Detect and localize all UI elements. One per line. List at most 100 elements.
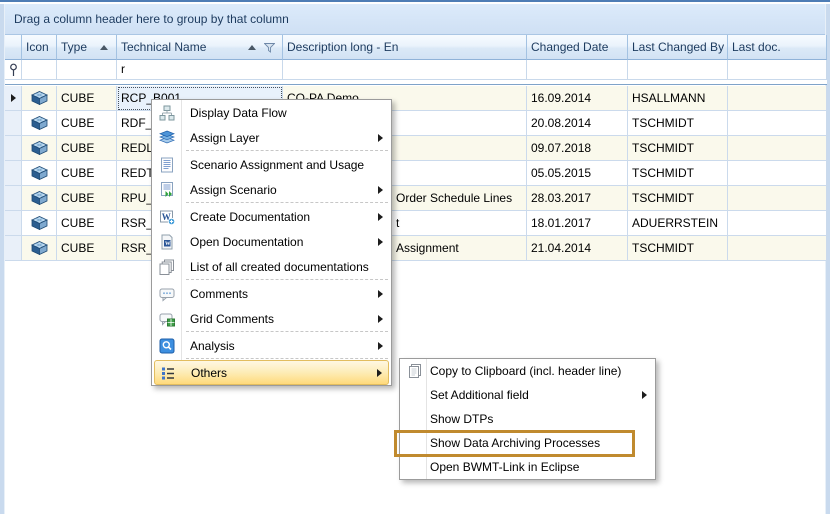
header-technical-name[interactable]: Technical Name: [117, 35, 283, 60]
last-changed-by-cell[interactable]: ADUERRSTEIN: [628, 211, 728, 236]
menu-item-set-additional-field[interactable]: Set Additional field: [400, 383, 655, 407]
menu-item-comments[interactable]: Comments: [152, 281, 391, 306]
copies-icon: [159, 259, 175, 275]
grid-comment-icon: [159, 311, 175, 327]
row-indicator-cell[interactable]: [5, 161, 22, 186]
row-icon-cell[interactable]: [22, 86, 57, 111]
changed-date-cell[interactable]: 16.09.2014: [527, 86, 628, 111]
group-by-panel[interactable]: Drag a column header here to group by th…: [0, 4, 830, 35]
menu-item-assign-scenario[interactable]: Assign Scenario: [152, 177, 391, 202]
analysis-icon: [159, 338, 175, 354]
header-last-changed-by[interactable]: Last Changed By: [628, 35, 728, 60]
context-menu: Display Data Flow Assign Layer Scenario …: [151, 99, 392, 386]
svg-text:W: W: [165, 241, 171, 247]
filter-description-cell[interactable]: [283, 60, 527, 80]
sort-asc-icon: [100, 45, 108, 50]
menu-item-create-documentation[interactable]: W Create Documentation: [152, 204, 391, 229]
type-cell[interactable]: CUBE: [57, 161, 117, 186]
filter-icon-cell[interactable]: [22, 60, 57, 80]
menu-item-analysis[interactable]: Analysis: [152, 333, 391, 358]
row-indicator-cell[interactable]: [5, 86, 22, 111]
funnel-icon[interactable]: [264, 43, 275, 53]
table-row[interactable]: CUBE RSR_B Assignment 21.04.2014 TSCHMID…: [5, 236, 827, 261]
menu-item-copy-to-clipboard[interactable]: Copy to Clipboard (incl. header line): [400, 359, 655, 383]
type-cell[interactable]: CUBE: [57, 86, 117, 111]
menu-item-others[interactable]: Others: [154, 360, 389, 385]
header-last-doc[interactable]: Last doc.: [728, 35, 827, 60]
row-indicator-cell[interactable]: [5, 111, 22, 136]
row-icon-cell[interactable]: [22, 136, 57, 161]
last-doc-cell[interactable]: [728, 186, 827, 211]
table-row[interactable]: CUBE RSR_B t 18.01.2017 ADUERRSTEIN: [5, 211, 827, 236]
changed-date-cell[interactable]: 09.07.2018: [527, 136, 628, 161]
table-row[interactable]: CUBE RCP_B001 CO-PA Demo 16.09.2014 HSAL…: [5, 86, 827, 111]
last-doc-cell[interactable]: [728, 136, 827, 161]
table-row[interactable]: CUBE RPU_B Order Schedule Lines 28.03.20…: [5, 186, 827, 211]
header-changed-date[interactable]: Changed Date: [527, 35, 628, 60]
table-row[interactable]: CUBE RDF_C 20.08.2014 TSCHMIDT: [5, 111, 827, 136]
row-indicator-cell[interactable]: [5, 186, 22, 211]
type-cell[interactable]: CUBE: [57, 136, 117, 161]
row-indicator-cell[interactable]: [5, 136, 22, 161]
menu-item-label: Create Documentation: [190, 210, 310, 224]
menu-item-label: Open Documentation: [190, 235, 303, 249]
menu-item-list-documentations[interactable]: List of all created documentations: [152, 254, 391, 279]
menu-item-open-bwmt-link[interactable]: Open BWMT-Link in Eclipse: [400, 455, 655, 479]
changed-date-cell[interactable]: 28.03.2017: [527, 186, 628, 211]
data-rows: CUBE RCP_B001 CO-PA Demo 16.09.2014 HSAL…: [5, 86, 827, 261]
row-icon-cell[interactable]: [22, 211, 57, 236]
menu-item-assign-layer[interactable]: Assign Layer: [152, 125, 391, 150]
layers-icon: [159, 130, 175, 146]
menu-item-show-data-archiving-processes[interactable]: Show Data Archiving Processes: [400, 431, 655, 455]
last-doc-cell[interactable]: [728, 161, 827, 186]
menu-item-scenario-assignment[interactable]: Scenario Assignment and Usage: [152, 152, 391, 177]
last-doc-cell[interactable]: [728, 211, 827, 236]
last-changed-by-cell[interactable]: TSCHMIDT: [628, 136, 728, 161]
cube-icon: [31, 191, 48, 205]
type-cell[interactable]: CUBE: [57, 186, 117, 211]
header-description[interactable]: Description long - En: [283, 35, 527, 60]
row-indicator-cell[interactable]: [5, 211, 22, 236]
comment-icon: [159, 286, 175, 302]
row-icon-cell[interactable]: [22, 186, 57, 211]
row-icon-cell[interactable]: [22, 111, 57, 136]
row-icon-cell[interactable]: [22, 161, 57, 186]
type-cell[interactable]: CUBE: [57, 236, 117, 261]
menu-item-open-documentation[interactable]: W Open Documentation: [152, 229, 391, 254]
type-cell[interactable]: CUBE: [57, 211, 117, 236]
table-row[interactable]: CUBE REDT_ 05.05.2015 TSCHMIDT: [5, 161, 827, 186]
last-changed-by-cell[interactable]: TSCHMIDT: [628, 111, 728, 136]
filter-technical-name-input[interactable]: r: [117, 60, 283, 80]
submenu-arrow-icon: [642, 391, 647, 399]
changed-date-cell[interactable]: 20.08.2014: [527, 111, 628, 136]
row-indicator-cell[interactable]: [5, 236, 22, 261]
changed-date-cell[interactable]: 18.01.2017: [527, 211, 628, 236]
dataflow-icon: [159, 105, 175, 121]
header-icon[interactable]: Icon: [22, 35, 57, 60]
last-doc-cell[interactable]: [728, 86, 827, 111]
menu-item-grid-comments[interactable]: Grid Comments: [152, 306, 391, 331]
header-type[interactable]: Type: [57, 35, 117, 60]
filter-type-cell[interactable]: [57, 60, 117, 80]
menu-item-display-data-flow[interactable]: Display Data Flow: [152, 100, 391, 125]
last-doc-cell[interactable]: [728, 236, 827, 261]
changed-date-cell[interactable]: 05.05.2015: [527, 161, 628, 186]
cube-icon: [31, 216, 48, 230]
scenario-doc-icon: [159, 157, 175, 173]
last-changed-by-cell[interactable]: TSCHMIDT: [628, 186, 728, 211]
last-changed-by-cell[interactable]: HSALLMANN: [628, 86, 728, 111]
filter-last-changed-by-cell[interactable]: [628, 60, 728, 80]
changed-date-cell[interactable]: 21.04.2014: [527, 236, 628, 261]
filter-changed-date-cell[interactable]: [527, 60, 628, 80]
menu-item-label: Open BWMT-Link in Eclipse: [430, 460, 579, 474]
last-doc-cell[interactable]: [728, 111, 827, 136]
menu-item-show-dtps[interactable]: Show DTPs: [400, 407, 655, 431]
row-icon-cell[interactable]: [22, 236, 57, 261]
menu-item-label: Comments: [190, 287, 248, 301]
filter-separator: [5, 80, 827, 85]
filter-last-doc-cell[interactable]: [728, 60, 827, 80]
table-row[interactable]: CUBE REDL_ 09.07.2018 TSCHMIDT: [5, 136, 827, 161]
type-cell[interactable]: CUBE: [57, 111, 117, 136]
last-changed-by-cell[interactable]: TSCHMIDT: [628, 161, 728, 186]
last-changed-by-cell[interactable]: TSCHMIDT: [628, 236, 728, 261]
